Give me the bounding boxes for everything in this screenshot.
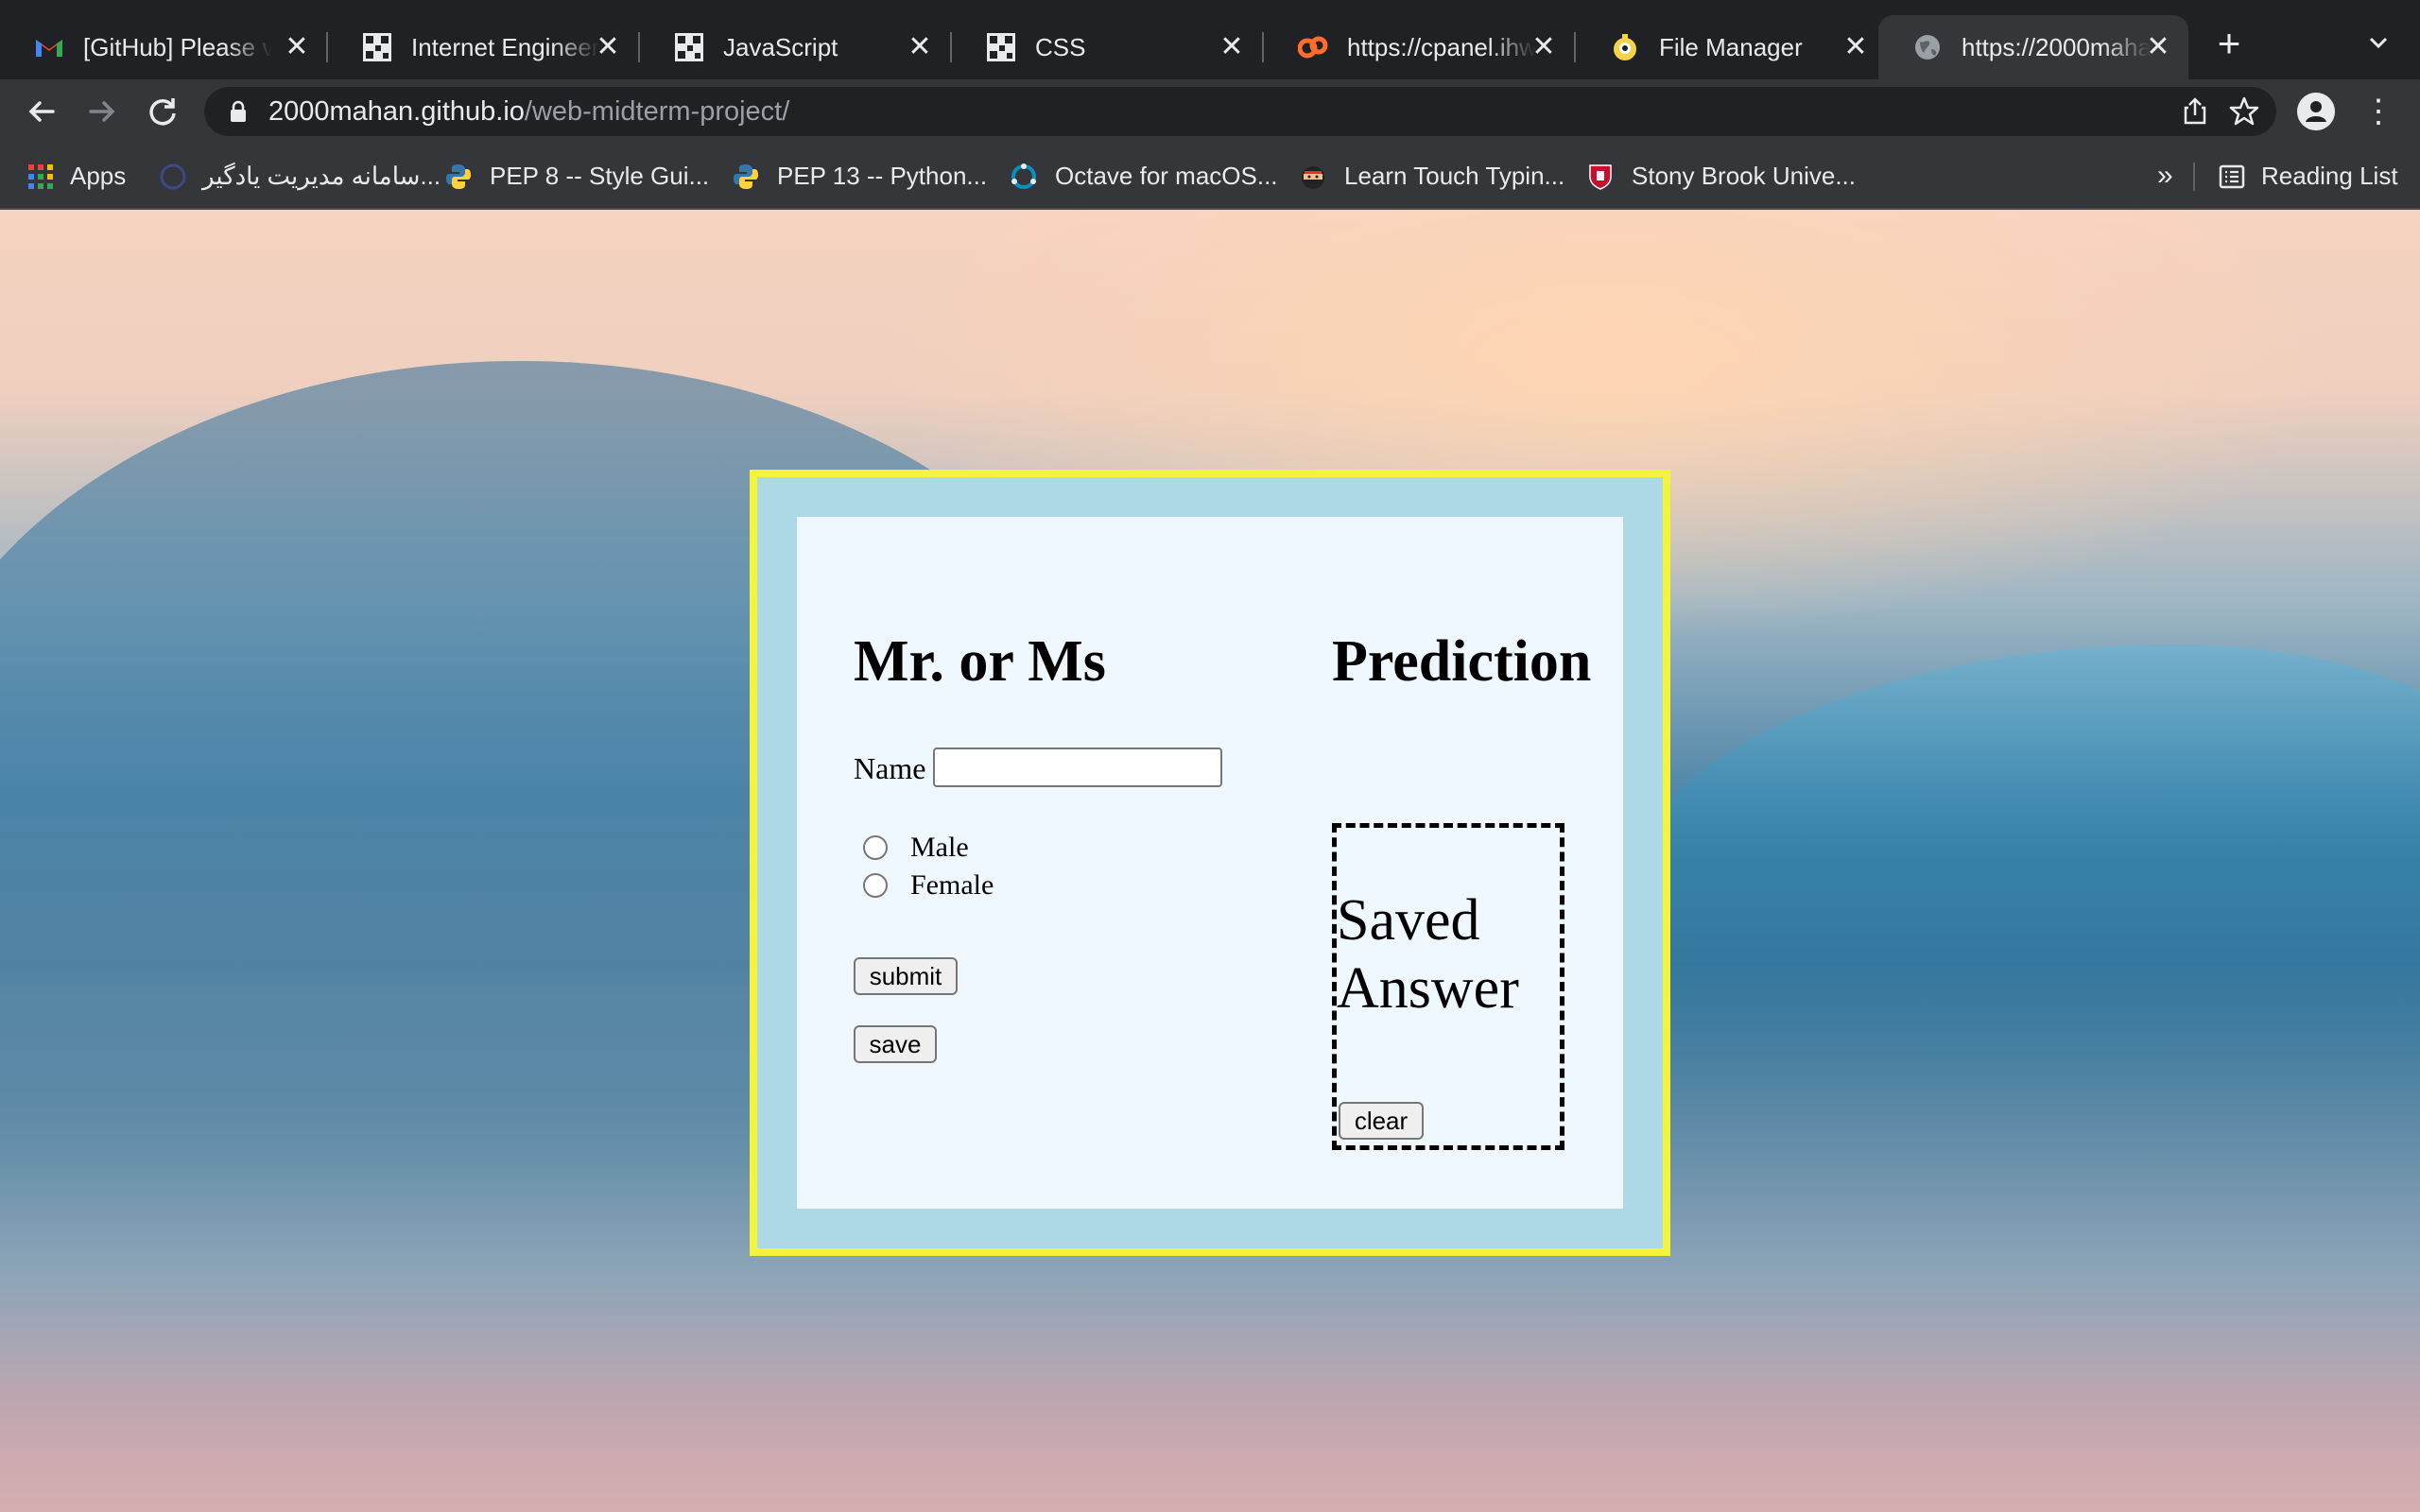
back-arrow-icon[interactable] xyxy=(21,91,62,132)
tab-title: Internet Engineeri xyxy=(411,33,600,61)
new-tab-button[interactable]: + xyxy=(2208,23,2250,64)
url-text[interactable]: 2000mahan.github.io/web-midterm-project/ xyxy=(268,87,789,136)
bookmarks-bar: Apps سامانه مدیریت یادگیر... PEP 8 -- St… xyxy=(0,144,2420,210)
save-button[interactable]: save xyxy=(854,1025,937,1063)
shield-icon xyxy=(1589,164,1612,190)
bookmark-typing[interactable]: Learn Touch Typin... xyxy=(1344,157,1564,195)
tab-close-button[interactable]: ✕ xyxy=(280,30,314,64)
form-frame: Mr. or Ms Prediction Name Male Female su… xyxy=(750,470,1670,1256)
qr-icon xyxy=(987,33,1015,61)
tab-title: [GitHub] Please v xyxy=(83,33,272,61)
male-radio[interactable] xyxy=(863,835,888,860)
clear-button[interactable]: clear xyxy=(1339,1102,1424,1140)
forward-arrow-icon[interactable] xyxy=(81,91,123,132)
tab-css[interactable]: CSS ✕ xyxy=(952,15,1262,79)
reload-icon[interactable] xyxy=(142,91,183,132)
tab-title: JavaScript xyxy=(723,33,838,61)
gender-option-female[interactable]: Female xyxy=(863,867,994,904)
saved-answer-box: Saved Answer clear xyxy=(1332,823,1564,1150)
url-path: /web-midterm-project/ xyxy=(524,96,790,127)
tab-close-button[interactable]: ✕ xyxy=(903,30,937,64)
site-icon xyxy=(160,163,186,190)
bookmark-apps[interactable]: Apps xyxy=(70,157,126,195)
tab-title: CSS xyxy=(1035,33,1086,61)
qr-icon xyxy=(363,33,391,61)
tab-search-icon[interactable] xyxy=(2358,23,2399,64)
profile-avatar-icon[interactable] xyxy=(2297,93,2335,130)
tab-gmail[interactable]: [GitHub] Please v ✕ xyxy=(0,15,326,79)
octave-icon xyxy=(1011,163,1036,189)
cpanel-icon xyxy=(1298,36,1328,59)
apps-grid-icon xyxy=(28,164,53,189)
url-host: 2000mahan.github.io xyxy=(268,96,525,127)
bookmark-stony-brook[interactable]: Stony Brook Unive... xyxy=(1632,157,1856,195)
tab-title: File Manager xyxy=(1659,33,1803,61)
female-label[interactable]: Female xyxy=(910,867,994,904)
tab-internet-engineering[interactable]: Internet Engineeri ✕ xyxy=(328,15,638,79)
submit-button[interactable]: submit xyxy=(854,957,958,995)
python-icon xyxy=(446,164,471,189)
female-radio[interactable] xyxy=(863,873,888,898)
qr-icon xyxy=(675,33,703,61)
background-wave-crest xyxy=(1607,644,2420,1117)
gender-option-male[interactable]: Male xyxy=(863,829,969,867)
bookmark-star-icon[interactable] xyxy=(2227,94,2261,129)
address-bar[interactable]: 2000mahan.github.io/web-midterm-project/ xyxy=(204,87,2276,136)
bookmark-lms[interactable]: سامانه مدیریت یادگیر... xyxy=(202,157,441,195)
tab-cpanel[interactable]: https://cpanel.ihw ✕ xyxy=(1264,15,1574,79)
bookmark-pep8[interactable]: PEP 8 -- Style Gui... xyxy=(490,157,709,195)
python-icon xyxy=(734,164,758,189)
bookmark-octave[interactable]: Octave for macOS... xyxy=(1055,157,1278,195)
tab-title: https://2000maha xyxy=(1962,33,2151,61)
bookmarks-overflow-button[interactable]: » xyxy=(2157,157,2173,195)
file-manager-icon xyxy=(1614,34,1636,60)
ninja-icon xyxy=(1302,166,1324,189)
globe-icon xyxy=(1915,35,1940,60)
tab-close-button[interactable]: ✕ xyxy=(1527,30,1561,64)
tab-strip: [GitHub] Please v ✕ Internet Engineeri ✕… xyxy=(0,0,2420,79)
prediction-title: Prediction xyxy=(1332,629,1592,694)
saved-answer-text: Saved Answer xyxy=(1337,888,1519,1021)
form-card: Mr. or Ms Prediction Name Male Female su… xyxy=(797,517,1623,1209)
gmail-icon xyxy=(36,40,62,57)
page-viewport: Mr. or Ms Prediction Name Male Female su… xyxy=(0,210,2420,1512)
tab-javascript[interactable]: JavaScript ✕ xyxy=(640,15,950,79)
male-label[interactable]: Male xyxy=(910,829,969,867)
tab-title: https://cpanel.ihw xyxy=(1347,33,1536,61)
reading-list-icon xyxy=(2219,164,2245,189)
tab-close-button[interactable]: ✕ xyxy=(591,30,625,64)
form-title: Mr. or Ms xyxy=(854,629,1106,694)
tab-close-button[interactable]: ✕ xyxy=(2141,30,2175,64)
reading-list-button[interactable]: Reading List xyxy=(2261,157,2398,195)
tab-file-manager[interactable]: File Manager ✕ xyxy=(1576,15,1886,79)
name-label: Name xyxy=(854,751,926,785)
tab-active-project[interactable]: https://2000maha ✕ xyxy=(1878,15,2188,79)
browser-toolbar: 2000mahan.github.io/web-midterm-project/… xyxy=(0,79,2420,144)
name-input[interactable] xyxy=(933,747,1222,787)
tab-close-button[interactable]: ✕ xyxy=(1215,30,1249,64)
lock-icon[interactable] xyxy=(229,100,248,123)
chrome-menu-icon[interactable]: ⋮ xyxy=(2361,91,2395,132)
share-icon[interactable] xyxy=(2178,94,2212,129)
bookmarks-separator xyxy=(2193,163,2195,191)
tab-close-button[interactable]: ✕ xyxy=(1839,30,1873,64)
bookmark-pep13[interactable]: PEP 13 -- Python... xyxy=(777,157,987,195)
